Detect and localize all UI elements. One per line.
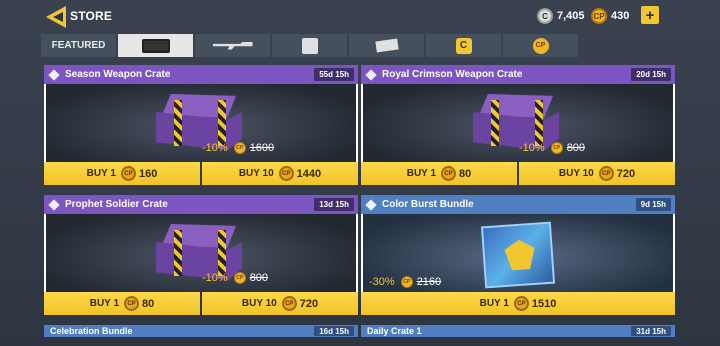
timer-badge: 55d 15h [314,68,354,81]
crate-card[interactable]: Royal Crimson Weapon Crate 20d 15h -10% … [361,65,675,185]
discount-percent: -10% [519,142,545,154]
card-image-area[interactable]: -30% CP 2160 [361,214,675,292]
tab-featured-label: FEATURED [51,40,106,51]
cp-coin-icon: CP [441,166,457,181]
cp-coin-icon: CP [233,142,246,154]
cp-currency-icon: CP [532,37,549,54]
crate-badge-icon [48,198,60,211]
tab-featured[interactable]: FEATURED [41,34,116,57]
card-title: Prophet Soldier Crate [65,199,168,210]
price: 1440 [296,167,322,180]
buy-button-row: BUY 1 CP 80 BUY 10 CP 720 [361,162,675,185]
card-title: Daily Crate 1 [367,326,422,336]
buy-1-button[interactable]: BUY 1 CP 80 [361,162,517,185]
card-title: Celebration Bundle [50,326,133,336]
cp-coin-icon: CP [591,8,607,24]
bundle-emblem-icon [504,239,536,271]
price: 80 [142,297,155,310]
original-price: 2160 [416,276,442,288]
price: 720 [616,167,636,180]
add-currency-button[interactable]: + [641,6,659,24]
partial-card[interactable]: Daily Crate 1 31d 15h [361,325,675,337]
buy-1-button[interactable]: BUY 1 CP 160 [44,162,200,185]
cp-coin-icon: CP [120,166,136,181]
crate-card[interactable]: Season Weapon Crate 55d 15h -10% CP 1600… [44,65,358,185]
discount-percent: -10% [202,272,228,284]
crate-badge-icon [365,68,377,81]
card-header: Prophet Soldier Crate 13d 15h [44,195,358,214]
weapon-icon [212,41,253,50]
timer-badge: 13d 15h [314,198,354,211]
partial-card[interactable]: Celebration Bundle 16d 15h [44,325,358,337]
page-title: STORE [70,9,113,23]
discount-info: -10% CP 800 [202,272,268,284]
cod-points-value: 7,405 [557,10,585,22]
card-title: Season Weapon Crate [65,69,171,80]
tab-tickets[interactable] [349,34,424,57]
card-title: Royal Crimson Weapon Crate [382,69,523,80]
cp-coin-icon: CP [400,276,413,288]
cp-coin-icon: CP [550,142,563,154]
original-price: 800 [566,142,586,154]
cp-coin-icon: CP [513,296,529,311]
cp-coin-icon: CP [278,166,294,181]
tab-cp-currency[interactable]: CP [503,34,578,57]
card-header: Season Weapon Crate 55d 15h [44,65,358,84]
cp-balance: CP 430 [591,8,629,24]
character-icon [301,37,318,54]
discount-info: -30% CP 2160 [369,276,441,288]
cp-coin-icon: CP [233,272,246,284]
store-tabs: FEATURED C CP [41,34,578,57]
crate-badge-icon [48,68,60,81]
buy-button-row: BUY 1 CP 1510 [361,292,675,315]
tab-crates[interactable] [118,34,193,57]
tab-c-currency[interactable]: C [426,34,501,57]
ticket-icon [374,38,399,53]
cp-coin-icon: CP [124,296,140,311]
buy-10-button[interactable]: BUY 10 CP 720 [202,292,358,315]
card-image-area[interactable]: -10% CP 1600 [44,84,358,162]
bundle-badge-icon [365,198,377,211]
cod-points-balance: C 7,405 [537,8,585,24]
crate-card[interactable]: Prophet Soldier Crate 13d 15h -10% CP 80… [44,195,358,315]
buy-1-button[interactable]: BUY 1 CP 1510 [361,292,675,315]
card-header: Royal Crimson Weapon Crate 20d 15h [361,65,675,84]
top-bar: STORE C 7,405 CP 430 + [0,0,720,32]
crate-icon [141,38,170,53]
price: 160 [138,167,158,180]
price: 720 [299,297,319,310]
original-price: 1600 [249,142,275,154]
cp-coin-icon: CP [281,296,297,311]
tab-weapons[interactable] [195,34,270,57]
card-image-area[interactable]: -10% CP 800 [361,84,675,162]
back-arrow-icon[interactable] [46,6,66,28]
original-price: 800 [249,272,269,284]
price: 1510 [531,297,557,310]
timer-badge: 9d 15h [635,198,671,211]
timer-badge: 31d 15h [631,326,671,336]
tab-characters[interactable] [272,34,347,57]
buy-10-button[interactable]: BUY 10 CP 1440 [202,162,358,185]
timer-badge: 20d 15h [631,68,671,81]
price: 80 [459,167,472,180]
card-header: Color Burst Bundle 9d 15h [361,195,675,214]
discount-info: -10% CP 800 [519,142,585,154]
buy-10-button[interactable]: BUY 10 CP 720 [519,162,675,185]
buy-1-button[interactable]: BUY 1 CP 80 [44,292,200,315]
cod-points-c-icon: C [537,8,553,24]
bundle-box-image [480,221,556,289]
discount-percent: -30% [369,276,395,288]
card-title: Color Burst Bundle [382,199,474,210]
timer-badge: 16d 15h [314,326,354,336]
discount-info: -10% CP 1600 [202,142,274,154]
c-currency-icon: C [455,37,472,54]
buy-button-row: BUY 1 CP 160 BUY 10 CP 1440 [44,162,358,185]
discount-percent: -10% [202,142,228,154]
cp-coin-icon: CP [598,166,614,181]
cp-value: 430 [611,10,630,22]
bundle-card[interactable]: Color Burst Bundle 9d 15h -30% CP 2160 B… [361,195,675,315]
buy-button-row: BUY 1 CP 80 BUY 10 CP 720 [44,292,358,315]
card-image-area[interactable]: -10% CP 800 [44,214,358,292]
